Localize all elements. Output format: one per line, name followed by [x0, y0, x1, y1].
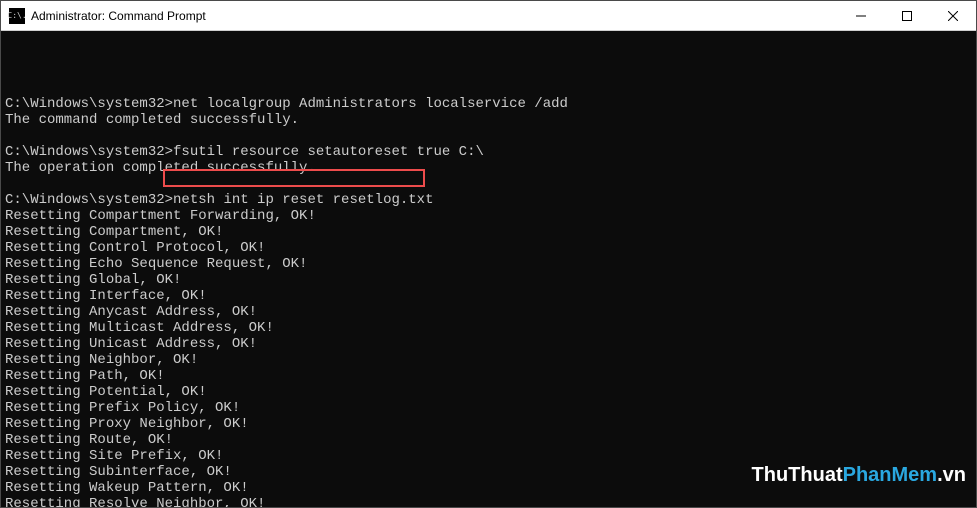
terminal-line: The command completed successfully. — [5, 112, 972, 128]
terminal-line: Resetting Echo Sequence Request, OK! — [5, 256, 972, 272]
terminal-line: Resetting Multicast Address, OK! — [5, 320, 972, 336]
terminal-line — [5, 128, 972, 144]
watermark-part3: .vn — [937, 464, 966, 486]
terminal-line: Resetting Proxy Neighbor, OK! — [5, 416, 972, 432]
close-icon — [948, 11, 958, 21]
terminal-line: C:\Windows\system32>netsh int ip reset r… — [5, 192, 972, 208]
minimize-button[interactable] — [838, 1, 884, 31]
terminal-line: Resetting Path, OK! — [5, 368, 972, 384]
terminal-line: The operation completed successfully. — [5, 160, 972, 176]
terminal-area[interactable]: ThuThuatPhanMem.vn C:\Windows\system32>n… — [1, 31, 976, 507]
maximize-icon — [902, 11, 912, 21]
terminal-line: Resetting Global, OK! — [5, 272, 972, 288]
terminal-line: Resetting Route, OK! — [5, 432, 972, 448]
terminal-line: Resetting Control Protocol, OK! — [5, 240, 972, 256]
watermark: ThuThuatPhanMem.vn — [718, 451, 966, 499]
window-title: Administrator: Command Prompt — [31, 9, 206, 23]
terminal-line: Resetting Anycast Address, OK! — [5, 304, 972, 320]
close-button[interactable] — [930, 1, 976, 31]
terminal-line: C:\Windows\system32>fsutil resource seta… — [5, 144, 972, 160]
terminal-line: Resetting Potential, OK! — [5, 384, 972, 400]
window-frame: C:\. Administrator: Command Prompt ThuTh… — [0, 0, 977, 508]
terminal-line: C:\Windows\system32>net localgroup Admin… — [5, 96, 972, 112]
minimize-icon — [856, 11, 866, 21]
terminal-line: Resetting Unicast Address, OK! — [5, 336, 972, 352]
terminal-line: Resetting Interface, OK! — [5, 288, 972, 304]
terminal-line: Resetting Prefix Policy, OK! — [5, 400, 972, 416]
watermark-part1: ThuThuat — [752, 464, 843, 486]
terminal-line — [5, 176, 972, 192]
maximize-button[interactable] — [884, 1, 930, 31]
terminal-line: Resetting Compartment Forwarding, OK! — [5, 208, 972, 224]
titlebar[interactable]: C:\. Administrator: Command Prompt — [1, 1, 976, 31]
terminal-line: Resetting Compartment, OK! — [5, 224, 972, 240]
cmd-icon: C:\. — [9, 8, 25, 24]
terminal-line: Resetting Neighbor, OK! — [5, 352, 972, 368]
watermark-part2: PhanMem — [843, 464, 937, 486]
